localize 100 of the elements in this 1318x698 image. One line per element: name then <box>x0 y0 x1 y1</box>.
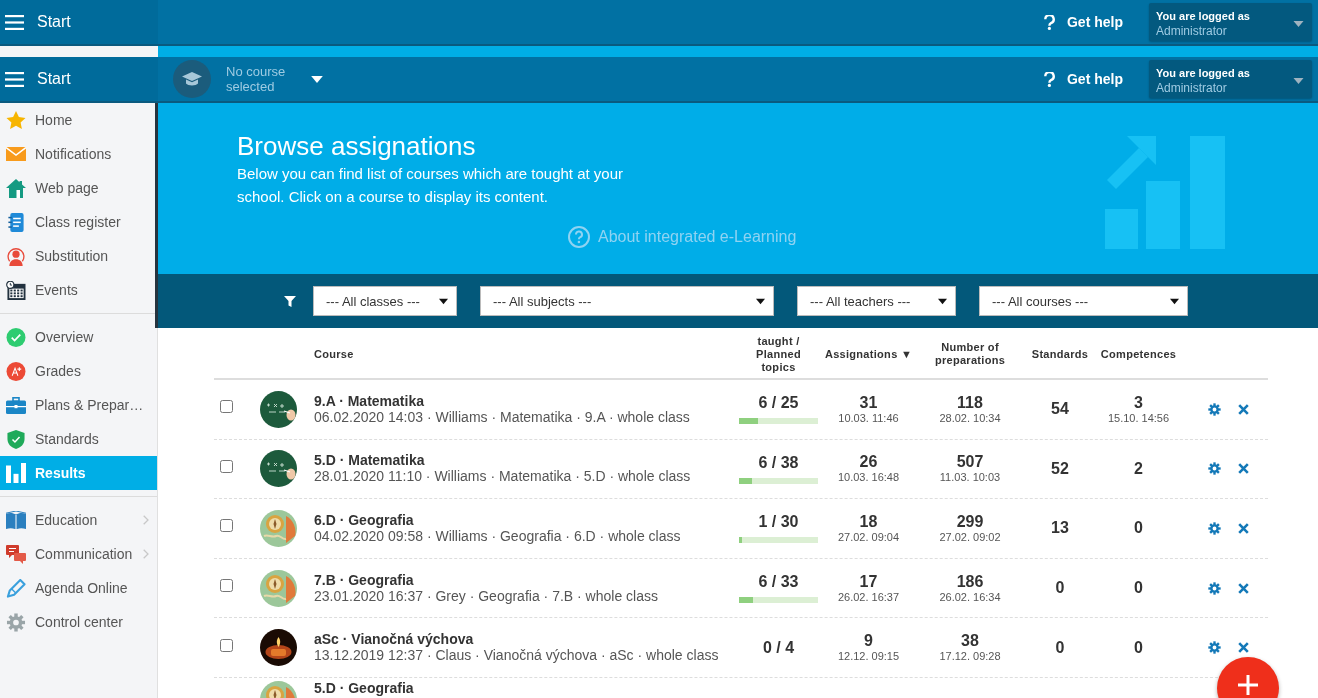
check-badge-icon <box>6 327 26 347</box>
assignations-date: 12.12. 09:15 <box>837 650 900 664</box>
account-menu[interactable]: You are logged as Administrator <box>1149 60 1312 98</box>
topics-count: 6 / 38 <box>758 453 799 472</box>
topics-count: 1 / 30 <box>758 513 799 532</box>
help-button[interactable]: Get help <box>1044 71 1123 87</box>
standards-count: 52 <box>1051 459 1069 478</box>
column-header: taught / Planned topics <box>755 334 802 374</box>
preparations-count: 507 <box>956 453 984 472</box>
competences-date: 15.10. 14:56 <box>1107 411 1170 425</box>
course-title[interactable]: 7.B · Geografia <box>314 572 735 588</box>
cross-icon[interactable] <box>1238 463 1249 475</box>
course-title[interactable]: 6.D · Geografia <box>314 513 735 528</box>
sidebar-item[interactable]: Home <box>0 103 157 137</box>
calendar-icon <box>6 280 26 300</box>
assignations-date: 10.03. 16:48 <box>837 471 900 485</box>
sidebar-item[interactable]: Communication <box>0 537 157 571</box>
column-header[interactable]: Assignations ▼ <box>824 347 913 361</box>
caret-icon <box>311 75 323 83</box>
standards-count: 0 <box>1055 579 1065 598</box>
sidebar-item[interactable]: Standards <box>0 422 157 456</box>
menu-button[interactable]: Start <box>0 64 71 94</box>
course-details: 06.02.2020 14:03 · Williams · Matematika · 9.A · whole class <box>314 408 691 425</box>
bar-chart-icon <box>6 461 26 485</box>
gear-icon[interactable] <box>1208 462 1221 476</box>
assignations-date: 27.02. 09:04 <box>837 531 900 544</box>
cross-icon[interactable] <box>1238 403 1249 415</box>
house-icon <box>6 178 26 198</box>
sidebar-item[interactable]: Substitution <box>0 239 157 273</box>
account-menu[interactable]: You are logged as Administrator <box>1149 3 1312 41</box>
filter-dropdown[interactable]: --- All teachers --- <box>797 286 956 316</box>
plus-icon <box>1238 675 1258 695</box>
caret-icon <box>938 296 947 306</box>
question-icon <box>1044 14 1055 30</box>
cross-icon[interactable] <box>1238 642 1249 654</box>
caret-icon <box>1170 296 1179 306</box>
gear-icon[interactable] <box>1208 641 1221 655</box>
assignations-count: 18 <box>859 513 878 531</box>
filter-dropdown[interactable]: --- All classes --- <box>313 286 457 316</box>
photo-placeholder <box>260 450 297 488</box>
competences-count: 0 <box>1134 638 1143 657</box>
standards-count: 0 <box>1055 638 1065 657</box>
column-header: Competences <box>1100 347 1177 361</box>
gear-icon[interactable] <box>1208 402 1221 416</box>
sidebar-item[interactable]: Overview <box>0 320 157 354</box>
preparations-date: 26.02. 16:34 <box>939 590 1001 604</box>
assignations-count: 31 <box>859 393 878 412</box>
course-details: 23.01.2020 16:37 · Grey · Geografia · 7.B · whole class <box>314 587 659 604</box>
course-details: 13.12.2019 12:37 · Claus · Vianočná výchova · aSc · whole class <box>314 647 720 664</box>
notebook-icon <box>8 212 24 232</box>
book-icon <box>6 511 26 529</box>
sidebar-item[interactable]: Control center <box>0 605 157 639</box>
page-title: Browse assignations <box>237 130 477 162</box>
assignations-count: 9 <box>864 632 873 651</box>
preparations-date: 28.02. 10:34 <box>939 411 1001 425</box>
filter-dropdown[interactable]: --- All courses --- <box>979 286 1188 316</box>
competences-count: 3 <box>1134 393 1143 412</box>
chat-bubbles-icon <box>6 544 26 564</box>
course-details: 28.01.2020 11:10 · Williams · Matematika · 5.D · whole class <box>314 468 692 485</box>
preparations-count: 38 <box>961 632 979 651</box>
course-title[interactable]: 5.D · Geografia <box>314 680 735 696</box>
row-checkbox[interactable] <box>220 519 233 533</box>
preparations-date: 11.03. 10:03 <box>939 471 1001 485</box>
column-header: Number of preparations <box>933 341 1007 367</box>
row-checkbox[interactable] <box>220 638 233 652</box>
sidebar-item[interactable]: Agenda Online <box>0 571 157 605</box>
assignations-count: 26 <box>859 453 878 472</box>
competences-count: 2 <box>1134 459 1143 478</box>
question-icon <box>1044 71 1055 87</box>
course-title[interactable]: aSc · Vianočná výchova <box>314 632 735 648</box>
course-title[interactable]: 5.D · Matematika <box>314 453 735 469</box>
column-header: Course <box>313 347 354 361</box>
topics-count: 6 / 25 <box>758 394 799 413</box>
preparations-count: 186 <box>956 572 984 591</box>
help-button[interactable]: Get help <box>1044 14 1123 30</box>
preparations-date: 27.02. 09:02 <box>939 531 1001 544</box>
gear-icon[interactable] <box>1208 581 1221 595</box>
row-checkbox[interactable] <box>220 459 233 473</box>
course-title[interactable]: 9.A · Matematika <box>314 393 735 409</box>
menu-icon <box>5 14 24 30</box>
sidebar-item[interactable]: Grades <box>0 354 157 388</box>
menu-button[interactable]: Start <box>0 7 71 37</box>
photo-placeholder <box>260 569 297 607</box>
sidebar-item[interactable]: Plans & Prepar… <box>0 388 157 422</box>
sidebar-item[interactable]: Education <box>0 503 157 537</box>
assignations-date: 26.02. 16:37 <box>837 590 900 604</box>
row-checkbox[interactable] <box>220 400 233 414</box>
topics-count: 0 / 4 <box>762 638 795 657</box>
scrollbar-thumb[interactable] <box>155 103 158 328</box>
grade-badge-icon <box>6 361 26 381</box>
caret-icon <box>756 296 765 306</box>
competences-count: 0 <box>1134 519 1143 538</box>
gear-icon[interactable] <box>1208 522 1221 535</box>
cross-icon[interactable] <box>1238 523 1249 534</box>
briefcase-icon <box>6 396 26 414</box>
filter-dropdown[interactable]: --- All subjects --- <box>480 286 774 316</box>
cross-icon[interactable] <box>1238 582 1249 594</box>
gear-icon <box>6 612 26 632</box>
assignations-count: 17 <box>859 572 878 591</box>
row-checkbox[interactable] <box>220 579 233 593</box>
